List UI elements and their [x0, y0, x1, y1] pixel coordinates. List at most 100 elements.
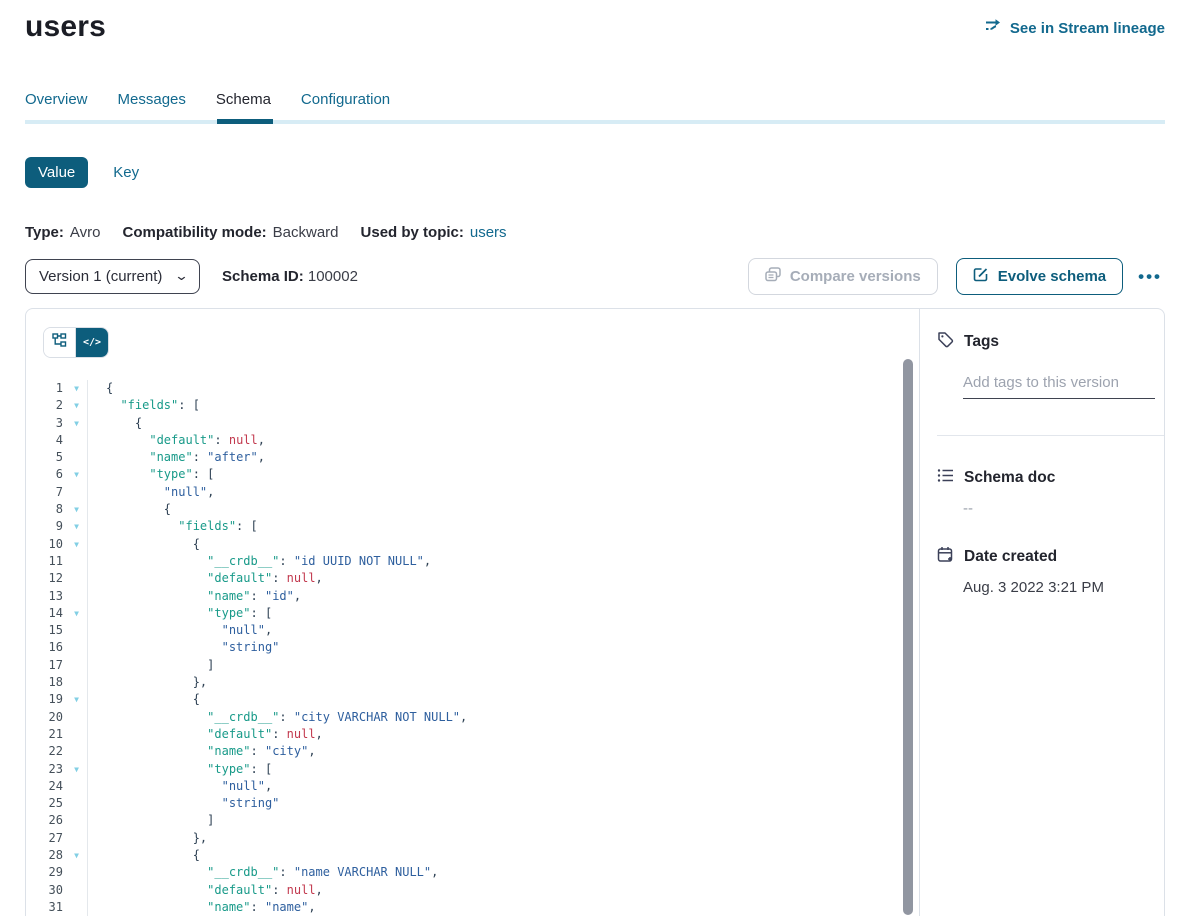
code-text: "string" — [87, 795, 919, 812]
fold-arrow-icon[interactable]: ▼ — [66, 761, 87, 778]
fold-spacer — [66, 726, 87, 743]
schema-doc-value: -- — [963, 500, 1164, 517]
code-line: 20 "__crdb__": "city VARCHAR NOT NULL", — [26, 709, 919, 726]
tag-icon — [937, 331, 954, 353]
json-key: "type" — [207, 762, 250, 776]
evolve-schema-button[interactable]: Evolve schema — [956, 258, 1123, 295]
json-key: "default" — [207, 571, 272, 585]
code-text: "name": "city", — [87, 743, 919, 760]
fold-arrow-icon[interactable]: ▼ — [66, 847, 87, 864]
tree-view-button[interactable] — [44, 328, 76, 357]
sidebar-divider — [937, 435, 1164, 436]
code-line: 13 "name": "id", — [26, 588, 919, 605]
json-null: null — [287, 727, 316, 741]
date-created-title: Date created — [964, 548, 1057, 566]
line-number: 6 — [26, 466, 66, 483]
code-line: 7 "null", — [26, 484, 919, 501]
line-number: 17 — [26, 657, 66, 674]
schema-page: users See in Stream lineage Overview Mes… — [25, 0, 1165, 916]
json-punctuation: }, — [193, 675, 207, 689]
tab-messages[interactable]: Messages — [118, 91, 186, 120]
fold-spacer — [66, 864, 87, 881]
fold-spacer — [66, 899, 87, 916]
tags-section-header: Tags — [937, 331, 1164, 353]
more-actions-button[interactable]: ••• — [1135, 267, 1165, 287]
tab-configuration[interactable]: Configuration — [301, 91, 390, 120]
code-line: 18 }, — [26, 674, 919, 691]
topic-link[interactable]: users — [470, 224, 507, 241]
fold-arrow-icon[interactable]: ▼ — [66, 415, 87, 432]
fold-arrow-icon[interactable]: ▼ — [66, 501, 87, 518]
active-tab-indicator — [217, 119, 273, 124]
line-number: 25 — [26, 795, 66, 812]
line-number: 18 — [26, 674, 66, 691]
fold-arrow-icon[interactable]: ▼ — [66, 605, 87, 622]
fold-arrow-icon[interactable]: ▼ — [66, 397, 87, 414]
code-text: ] — [87, 657, 919, 674]
json-punctuation: : — [272, 571, 286, 585]
fold-spacer — [66, 674, 87, 691]
line-number: 9 — [26, 518, 66, 535]
chevron-down-icon: ⌄ — [174, 268, 189, 284]
tags-title: Tags — [964, 333, 999, 351]
json-string: "string" — [222, 640, 280, 654]
json-punctuation: { — [106, 381, 113, 395]
fold-spacer — [66, 830, 87, 847]
code-view-button[interactable]: </> — [76, 328, 108, 357]
json-punctuation: : [ — [236, 519, 258, 533]
stream-lineage-link[interactable]: See in Stream lineage — [985, 18, 1165, 38]
schema-id-label: Schema ID: — [222, 268, 304, 285]
json-punctuation: , — [316, 883, 323, 897]
json-key: "name" — [207, 589, 250, 603]
json-punctuation: , — [294, 589, 301, 603]
version-select[interactable]: Version 1 (current) ⌄ — [25, 259, 200, 294]
json-punctuation: : — [214, 433, 228, 447]
fold-arrow-icon[interactable]: ▼ — [66, 691, 87, 708]
json-string: "name" — [265, 900, 308, 914]
tab-bar: Overview Messages Schema Configuration — [25, 91, 1165, 120]
code-text: { — [87, 847, 919, 864]
code-text: "null", — [87, 484, 919, 501]
tab-schema[interactable]: Schema — [216, 91, 271, 120]
add-tags-underline — [963, 398, 1155, 399]
code-lines: 1▼{2▼ "fields": [3▼ {4 "default": null,5… — [26, 380, 919, 916]
code-line: 22 "name": "city", — [26, 743, 919, 760]
code-text: "fields": [ — [87, 518, 919, 535]
fold-arrow-icon[interactable]: ▼ — [66, 536, 87, 553]
code-line: 25 "string" — [26, 795, 919, 812]
page-title: users — [25, 10, 106, 44]
fold-spacer — [66, 812, 87, 829]
json-string: "id" — [265, 589, 294, 603]
json-key: "name" — [207, 744, 250, 758]
fold-arrow-icon[interactable]: ▼ — [66, 518, 87, 535]
value-toggle-button[interactable]: Value — [25, 157, 88, 188]
code-line: 24 "null", — [26, 778, 919, 795]
json-punctuation: : [ — [193, 467, 215, 481]
line-number: 2 — [26, 397, 66, 414]
json-punctuation: : — [251, 744, 265, 758]
fold-arrow-icon[interactable]: ▼ — [66, 466, 87, 483]
compare-versions-button[interactable]: Compare versions — [748, 258, 938, 295]
add-tags-input[interactable]: Add tags to this version — [963, 374, 1164, 399]
json-punctuation: : [ — [178, 398, 200, 412]
compatibility-value: Backward — [273, 224, 339, 241]
json-punctuation: : [ — [251, 606, 273, 620]
json-punctuation: , — [316, 727, 323, 741]
schema-code-editor[interactable]: </> 1▼{2▼ "fields": [3▼ {4 "default": nu… — [26, 309, 920, 916]
json-string: "after" — [207, 450, 258, 464]
json-key: "name" — [207, 900, 250, 914]
fold-arrow-icon[interactable]: ▼ — [66, 380, 87, 397]
json-key: "__crdb__" — [207, 554, 279, 568]
code-text: ] — [87, 812, 919, 829]
editor-scrollbar-thumb[interactable] — [903, 359, 913, 915]
line-number: 11 — [26, 553, 66, 570]
line-number: 1 — [26, 380, 66, 397]
json-punctuation: : [ — [251, 762, 273, 776]
line-number: 28 — [26, 847, 66, 864]
key-toggle-link[interactable]: Key — [113, 164, 139, 181]
tab-overview[interactable]: Overview — [25, 91, 88, 120]
compatibility-label: Compatibility mode: — [122, 224, 266, 241]
json-punctuation: { — [164, 502, 171, 516]
compare-versions-icon — [765, 267, 781, 286]
page-header: users See in Stream lineage — [25, 10, 1165, 44]
